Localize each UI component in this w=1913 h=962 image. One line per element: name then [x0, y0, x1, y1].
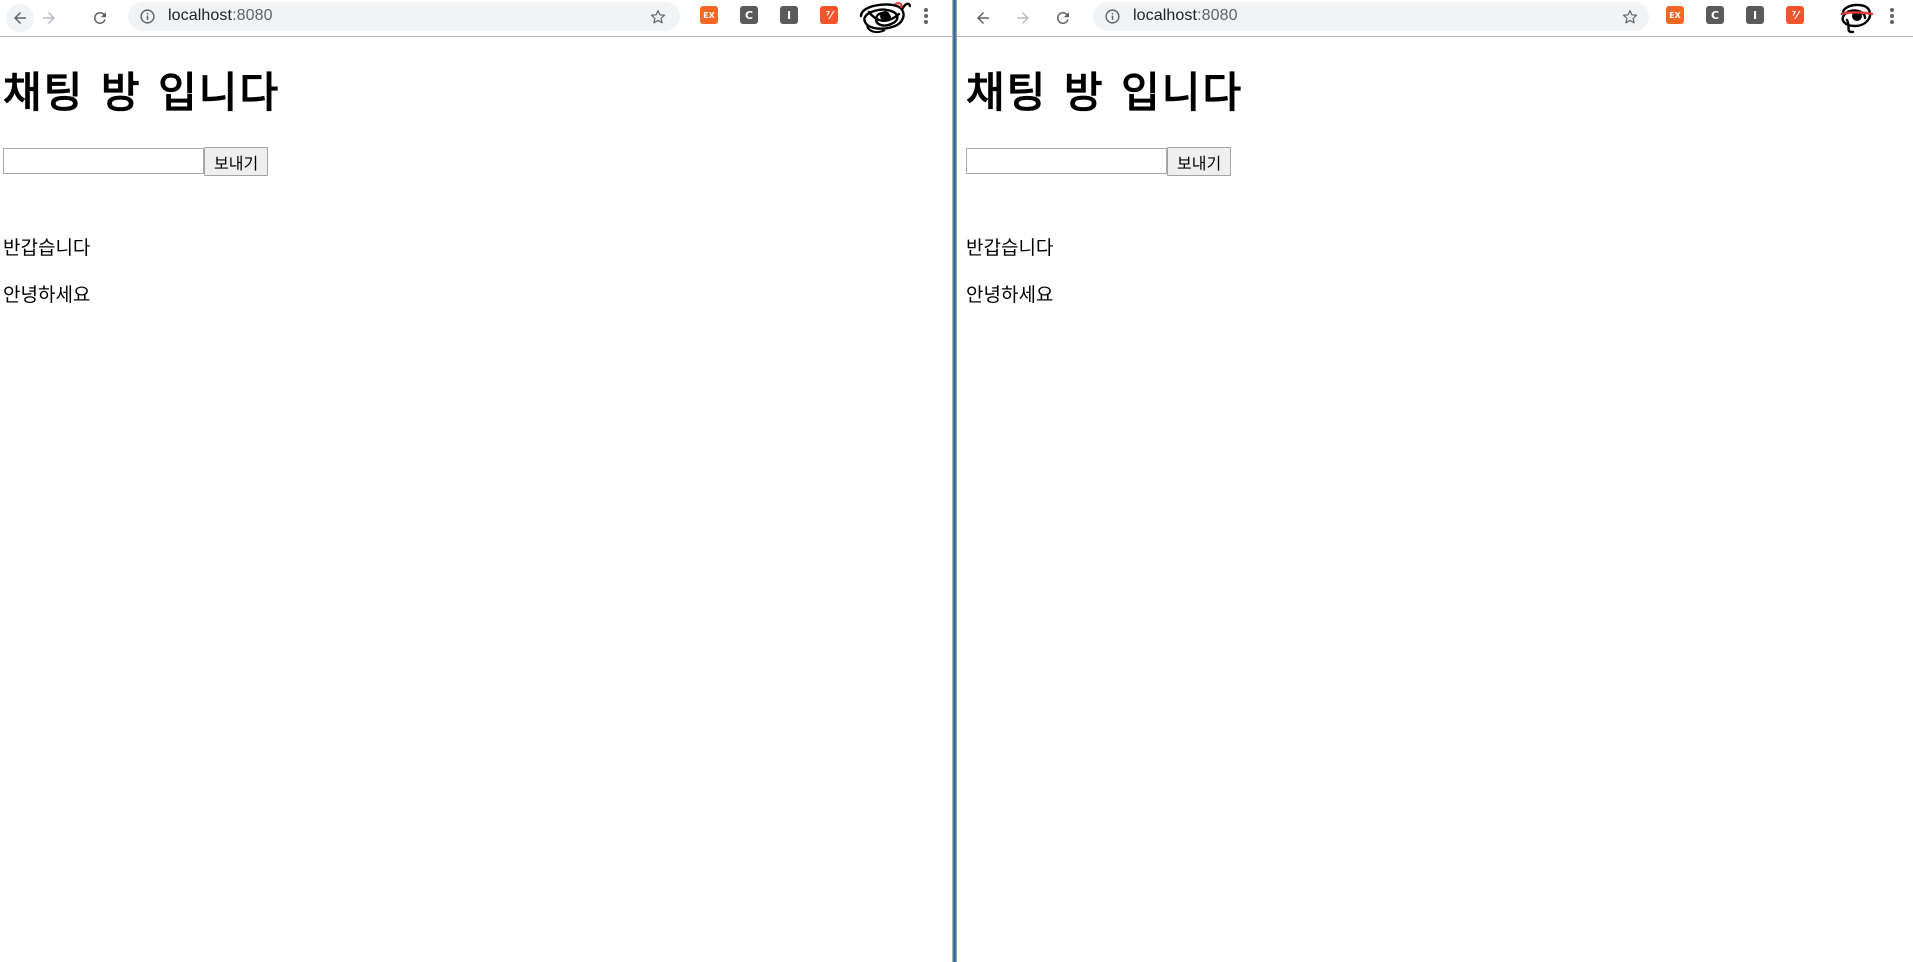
reload-button[interactable] — [86, 4, 114, 32]
message-input[interactable] — [3, 148, 204, 174]
c-extension-icon[interactable]: C — [1705, 5, 1725, 25]
url-host: localhost — [1133, 7, 1198, 24]
url-port: :8080 — [232, 7, 273, 24]
message-form: 보내기 — [966, 147, 1232, 176]
address-bar[interactable]: localhost:8080 — [128, 2, 680, 31]
url-text: localhost:8080 — [1133, 7, 1238, 25]
chat-message: 안녕하세요 — [966, 284, 1054, 306]
arrow-right-icon — [43, 12, 55, 24]
back-button[interactable] — [6, 4, 34, 32]
address-bar[interactable]: localhost:8080 — [1093, 2, 1649, 31]
chat-message: 안녕하세요 — [3, 284, 91, 306]
message-input[interactable] — [966, 148, 1167, 174]
page-title: 채팅 방 입니다 — [3, 68, 281, 117]
back-button[interactable] — [969, 4, 997, 32]
more-vert-icon[interactable] — [1887, 5, 1897, 27]
i-extension-label: I — [780, 6, 798, 24]
browser-window-left: localhost:8080 EX C I ⁷⁄ 채팅 방 입니다 보내기 반갑… — [0, 0, 952, 962]
ex-extension-icon[interactable]: EX — [1665, 5, 1685, 25]
i-extension-icon[interactable]: I — [779, 5, 799, 25]
c-extension-label: C — [740, 6, 758, 24]
chat-message: 반갑습니다 — [966, 237, 1054, 259]
reload-icon — [93, 11, 106, 24]
bookmark-star-icon[interactable] — [1621, 8, 1639, 26]
profile-avatar-scribble-icon[interactable] — [1835, 0, 1877, 34]
c-extension-icon[interactable]: C — [739, 5, 759, 25]
c-extension-label: C — [1706, 6, 1724, 24]
reload-icon — [1056, 11, 1069, 24]
url-host: localhost — [168, 7, 233, 24]
arrow-left-icon — [14, 12, 26, 24]
arrow-left-icon — [977, 12, 989, 24]
ex-extension-label: EX — [700, 6, 718, 24]
percent-extension-label: ⁷⁄ — [1786, 6, 1804, 24]
i-extension-label: I — [1746, 6, 1764, 24]
profile-avatar-scribble-icon[interactable] — [855, 0, 911, 34]
url-text: localhost:8080 — [168, 7, 273, 25]
info-icon[interactable] — [1105, 9, 1120, 24]
ex-extension-label: EX — [1666, 6, 1684, 24]
browser-toolbar: localhost:8080 EX C I ⁷⁄ — [957, 0, 1913, 37]
percent-extension-icon[interactable]: ⁷⁄ — [819, 5, 839, 25]
percent-extension-label: ⁷⁄ — [820, 6, 838, 24]
bookmark-star-icon[interactable] — [649, 8, 667, 26]
ex-extension-icon[interactable]: EX — [699, 5, 719, 25]
browser-window-right: localhost:8080 EX C I ⁷⁄ 채팅 방 입니다 보내기 반갑… — [957, 0, 1913, 962]
i-extension-icon[interactable]: I — [1745, 5, 1765, 25]
percent-extension-icon[interactable]: ⁷⁄ — [1785, 5, 1805, 25]
url-port: :8080 — [1197, 7, 1238, 24]
info-icon[interactable] — [140, 9, 155, 24]
browser-toolbar: localhost:8080 EX C I ⁷⁄ — [0, 0, 952, 37]
send-button[interactable]: 보내기 — [204, 147, 269, 176]
forward-button[interactable] — [1009, 4, 1037, 32]
chat-message: 반갑습니다 — [3, 237, 91, 259]
message-form: 보내기 — [3, 147, 269, 176]
forward-button[interactable] — [35, 4, 63, 32]
page-title: 채팅 방 입니다 — [966, 68, 1244, 117]
reload-button[interactable] — [1049, 4, 1077, 32]
more-vert-icon[interactable] — [921, 5, 931, 27]
arrow-right-icon — [1017, 12, 1029, 24]
send-button[interactable]: 보내기 — [1167, 147, 1232, 176]
